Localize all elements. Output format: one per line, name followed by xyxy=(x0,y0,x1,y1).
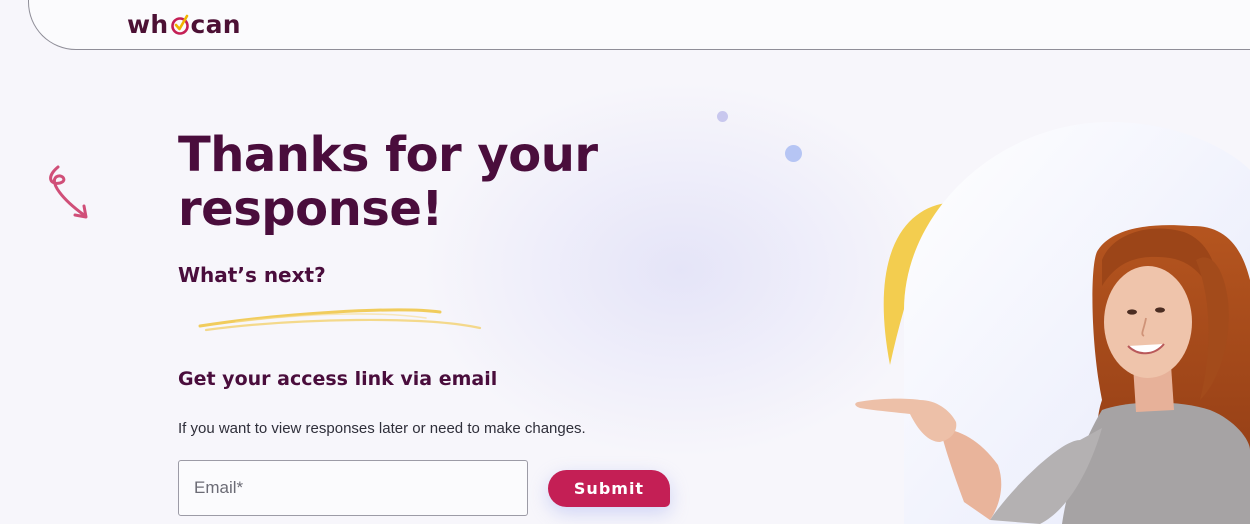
access-link-description: If you want to view responses later or n… xyxy=(178,420,586,437)
checkmark-o-icon xyxy=(170,14,189,35)
logo-text-start: wh xyxy=(127,9,169,39)
submit-button[interactable]: Submit xyxy=(548,470,670,507)
brush-underline-decoration xyxy=(198,308,482,332)
page-title: Thanks for your response! xyxy=(178,127,598,237)
email-field[interactable] xyxy=(178,460,528,516)
logo-text-end: can xyxy=(190,9,241,39)
access-link-heading: Get your access link via email xyxy=(178,368,498,390)
logo[interactable]: wh can xyxy=(127,8,241,40)
swirl-arrow-icon xyxy=(49,165,88,219)
whats-next-heading: What’s next? xyxy=(178,263,326,287)
decor-dot xyxy=(717,111,728,122)
decor-dot xyxy=(785,145,802,162)
hero-image xyxy=(855,122,1250,524)
